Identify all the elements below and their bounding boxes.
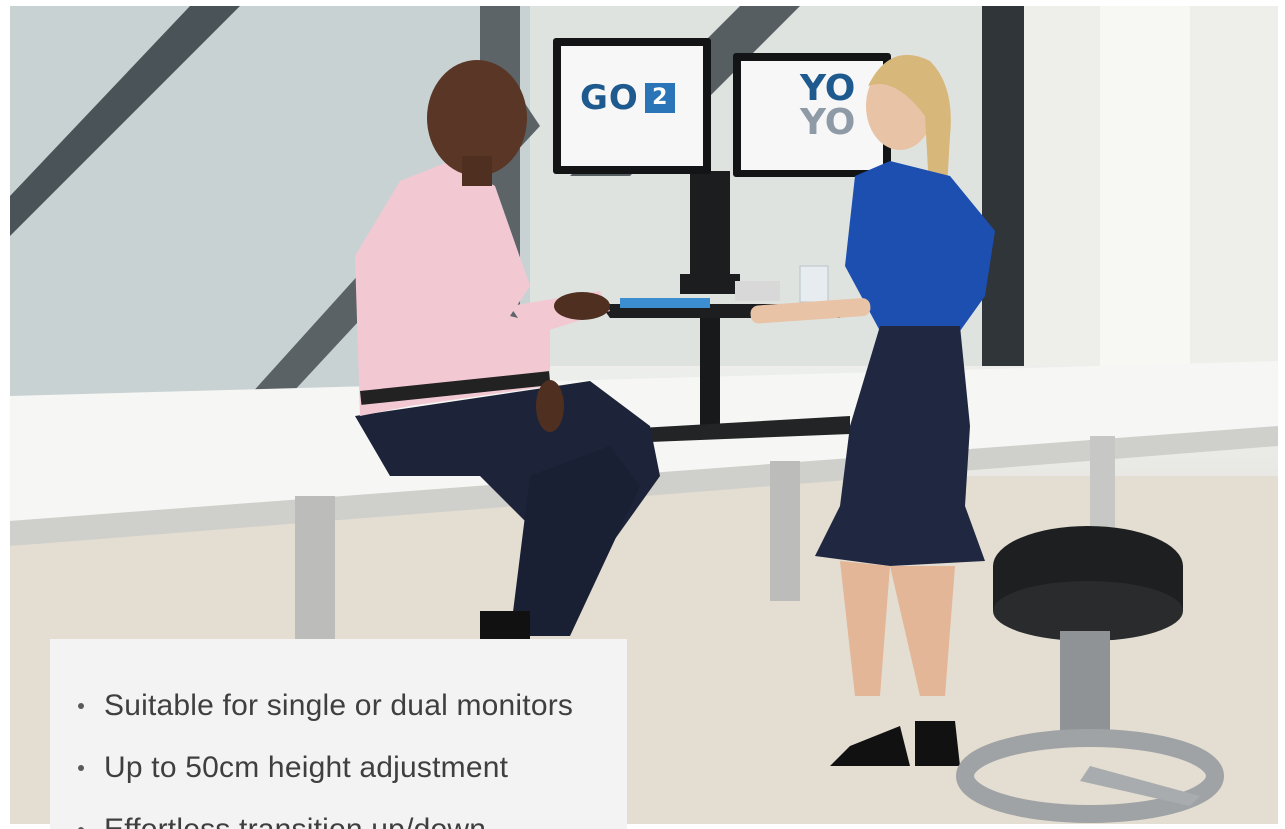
- feature-item: Up to 50cm height adjustment: [74, 737, 627, 799]
- notebook: [620, 298, 710, 308]
- table-leg-2: [770, 461, 800, 601]
- bullet-icon: [78, 765, 84, 771]
- feature-item: Suitable for single or dual monitors: [74, 675, 627, 737]
- water-glass: [799, 265, 829, 303]
- monitor-pole: [690, 171, 730, 281]
- go-logo-badge: 2: [644, 83, 675, 113]
- feature-text: Suitable for single or dual monitors: [104, 689, 574, 722]
- monitor-left-logo: GO 2: [580, 78, 675, 118]
- yo-logo-line-1: YO: [800, 68, 856, 109]
- yo-logo-line-2: YO: [800, 102, 856, 143]
- monitor-right-logo: YO YO: [800, 68, 856, 143]
- bullet-icon: [78, 703, 84, 709]
- table-leg-1: [295, 496, 335, 646]
- feature-list: Suitable for single or dual monitors Up …: [50, 639, 627, 829]
- table-leg-3: [1090, 436, 1115, 536]
- feature-item: Effortless transition up/down: [74, 799, 627, 829]
- converter-column: [700, 318, 720, 428]
- feature-panel: Suitable for single or dual monitors Up …: [50, 639, 627, 829]
- go-logo-text: GO: [580, 78, 639, 118]
- feature-text: Effortless transition up/down: [104, 813, 486, 829]
- window-mullion-2: [982, 6, 1024, 366]
- phone: [735, 281, 780, 301]
- converter-base-top: [680, 274, 740, 294]
- column: [1100, 6, 1190, 366]
- feature-text: Up to 50cm height adjustment: [104, 751, 509, 784]
